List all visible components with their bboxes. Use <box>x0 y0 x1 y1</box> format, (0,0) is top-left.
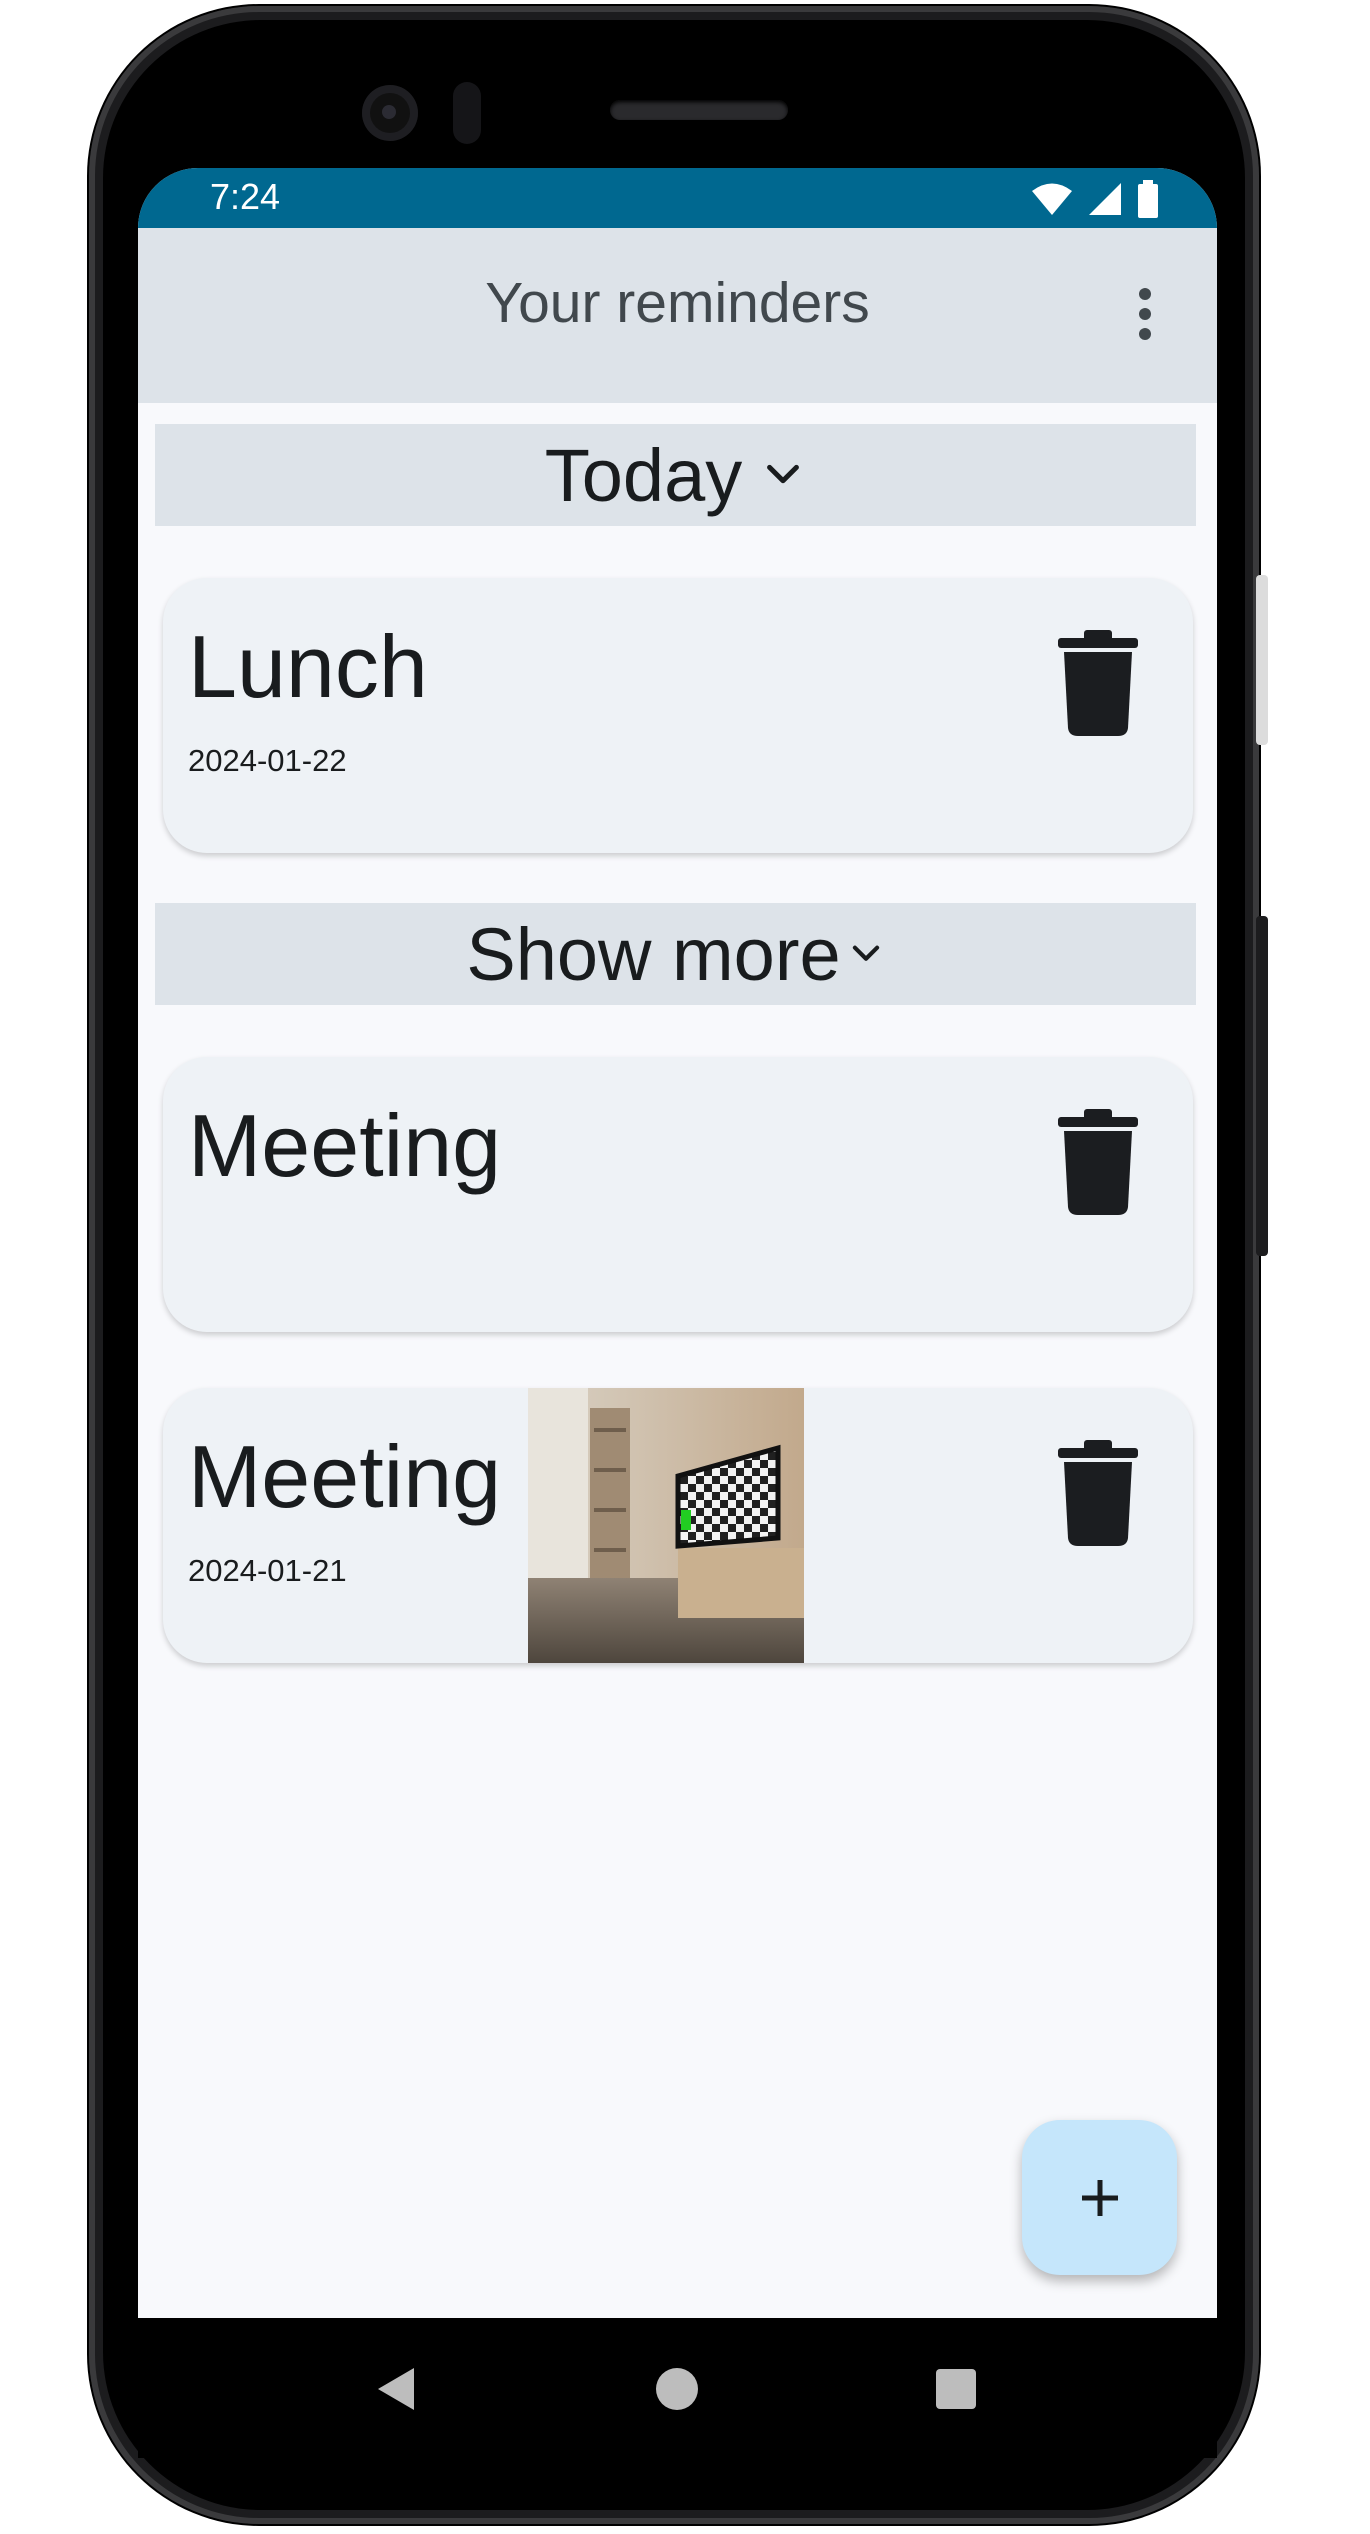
power-button <box>1256 575 1268 745</box>
reminder-title: Meeting <box>188 1427 502 1526</box>
battery-icon <box>1138 180 1158 218</box>
wifi-icon <box>1032 183 1072 215</box>
reminder-card[interactable]: Lunch 2024-01-22 <box>163 578 1193 853</box>
show-more-toggle[interactable]: Show more <box>155 903 1196 1005</box>
trash-icon[interactable] <box>1058 1109 1138 1215</box>
volume-button <box>1256 916 1268 1256</box>
top-app-bar: Your reminders <box>138 228 1217 403</box>
reminder-card[interactable]: Meeting 2024-01-21 <box>163 1388 1193 1663</box>
status-time: 7:24 <box>210 176 281 217</box>
trash-icon[interactable] <box>1058 630 1138 736</box>
earpiece-speaker <box>610 100 788 120</box>
add-icon <box>1081 2179 1118 2216</box>
front-camera <box>362 85 418 141</box>
chevron-down-icon <box>767 464 800 484</box>
chevron-down-icon <box>852 945 879 961</box>
reminder-card[interactable]: Meeting <box>163 1057 1193 1332</box>
reminder-title: Meeting <box>188 1096 502 1195</box>
more-vert-icon[interactable] <box>1125 288 1165 348</box>
today-section-label: Today <box>544 433 743 517</box>
add-reminder-button[interactable] <box>1022 2120 1177 2275</box>
home-icon[interactable] <box>656 2368 698 2410</box>
cell-signal-icon <box>1089 183 1121 215</box>
system-nav-bar <box>138 2318 1217 2458</box>
reminder-title: Lunch <box>188 617 428 716</box>
reminder-date: 2024-01-22 <box>188 743 347 778</box>
room-photo-thumbnail <box>528 1388 804 1663</box>
today-section-toggle[interactable]: Today <box>155 424 1196 526</box>
back-icon[interactable] <box>376 2366 416 2412</box>
recents-icon[interactable] <box>936 2369 976 2409</box>
proximity-sensor <box>453 82 481 144</box>
reminder-image <box>528 1388 804 1663</box>
status-bar: 7:24 <box>138 168 1217 228</box>
reminder-date: 2024-01-21 <box>188 1553 347 1588</box>
status-icons <box>1031 178 1159 220</box>
trash-icon[interactable] <box>1058 1440 1138 1546</box>
app-screen: 7:24 Your reminders Today Lunch 2024-01-… <box>138 168 1217 2318</box>
page-title: Your reminders <box>485 271 870 335</box>
show-more-label: Show more <box>466 912 841 996</box>
